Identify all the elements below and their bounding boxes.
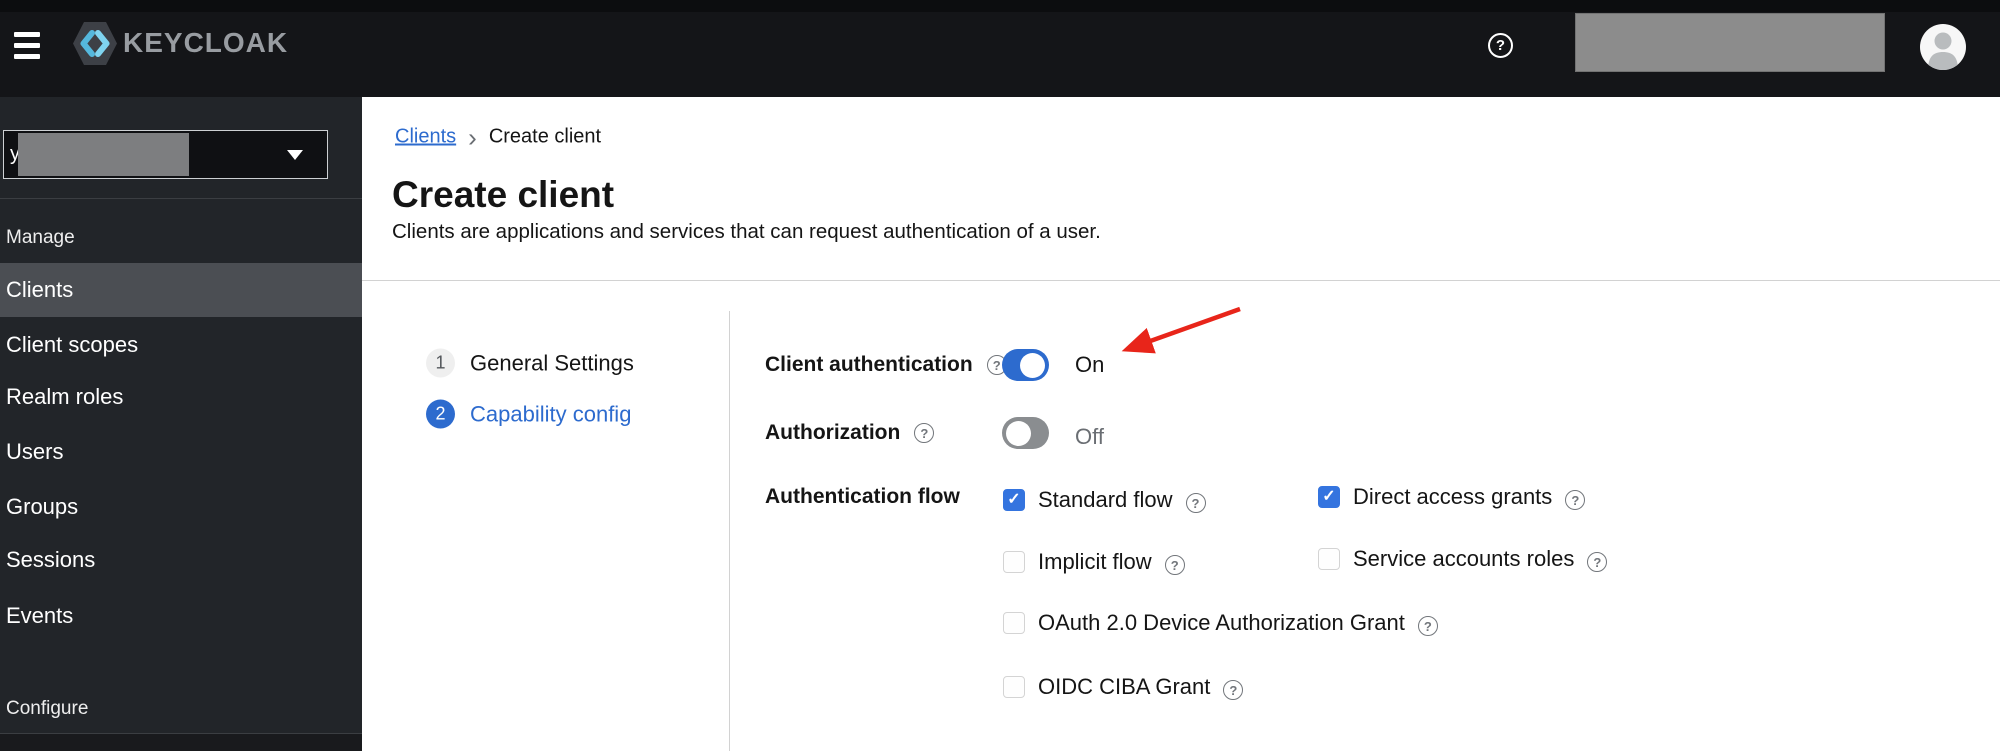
help-icon[interactable]: ? [1223,680,1244,700]
avatar[interactable] [1920,24,1966,70]
help-icon[interactable]: ? [1488,33,1513,58]
main-content: Clients › Create client Create client Cl… [362,97,2000,751]
authentication-flow-label: Authentication flow [765,485,960,508]
toggle-knob [1020,352,1045,378]
sidebar-divider [0,198,362,199]
sidebar-item-sessions[interactable]: Sessions [0,533,362,587]
breadcrumb: Clients › Create client [395,122,602,152]
option-oauth-device-grant: OAuth 2.0 Device Authorization Grant ? [1003,610,1438,636]
client-authentication-state: On [1075,352,1105,377]
wizard-step-capability-config[interactable]: 2 Capability config [426,399,631,429]
option-standard-flow: Standard flow ? [1003,487,1206,513]
help-icon[interactable]: ? [914,423,935,443]
oidc-ciba-grant-checkbox[interactable] [1003,676,1025,698]
help-icon[interactable]: ? [1417,616,1438,636]
page-title: Create client [392,174,615,215]
client-authentication-label: Client authentication ? [765,353,1007,377]
brand-wordmark: KEYCLOAK [123,27,289,58]
keycloak-logo-icon [73,21,117,65]
oauth-device-grant-checkbox[interactable] [1003,612,1025,634]
option-implicit-flow: Implicit flow ? [1003,549,1185,575]
breadcrumb-current: Create client [488,125,602,148]
sidebar-item-events[interactable]: Events [0,589,362,643]
wizard-step-general-settings[interactable]: 1 General Settings [426,348,634,378]
authorization-state: Off [1075,424,1104,449]
sidebar-item-users[interactable]: Users [0,425,362,479]
option-oidc-ciba-grant: OIDC CIBA Grant ? [1003,674,1244,700]
help-icon[interactable]: ? [1164,555,1185,575]
sidebar-item-client-scopes[interactable]: Client scopes [0,318,362,372]
masthead: KEYCLOAK ? [0,0,2000,97]
keycloak-admin-console: KEYCLOAK ? y Manage Clients Client scope… [0,0,2000,751]
realm-selector-dropdown[interactable]: y [3,130,328,179]
implicit-flow-checkbox[interactable] [1003,551,1025,573]
sidebar-nav: y Manage Clients Client scopes Realm rol… [0,97,362,751]
sidebar-item-realm-roles[interactable]: Realm roles [0,370,362,424]
authorization-toggle[interactable] [1002,417,1049,449]
page-subtitle: Clients are applications and services th… [392,220,1101,243]
nav-section-manage: Manage [6,227,75,248]
sidebar-item-groups[interactable]: Groups [0,480,362,534]
redacted-realm-name [18,133,189,176]
client-authentication-toggle[interactable] [1002,349,1049,381]
breadcrumb-clients-link[interactable]: Clients [395,126,456,149]
direct-access-grants-checkbox[interactable] [1318,486,1340,508]
hamburger-menu-icon[interactable] [14,30,42,59]
chevron-down-icon [287,150,303,160]
help-icon[interactable]: ? [1185,493,1206,513]
help-icon[interactable]: ? [1565,490,1586,510]
option-service-accounts-roles: Service accounts roles ? [1318,546,1608,572]
toggle-knob [1006,420,1031,446]
option-direct-access-grants: Direct access grants ? [1318,484,1586,510]
nav-section-configure: Configure [6,698,89,719]
keycloak-brand[interactable]: KEYCLOAK [73,21,288,65]
sidebar-item-clients[interactable]: Clients [0,263,362,317]
header-divider [362,280,2000,281]
user-icon [1928,32,1958,70]
redacted-user-menu[interactable] [1575,13,1885,72]
step-number: 1 [426,348,455,378]
sidebar-next-row-edge [0,734,362,751]
wizard-divider [729,311,730,751]
chevron-right-icon: › [468,122,477,152]
step-number: 2 [426,399,455,429]
authorization-label: Authorization ? [765,421,935,445]
service-accounts-roles-checkbox[interactable] [1318,548,1340,570]
help-icon[interactable]: ? [1587,552,1608,572]
standard-flow-checkbox[interactable] [1003,489,1025,511]
